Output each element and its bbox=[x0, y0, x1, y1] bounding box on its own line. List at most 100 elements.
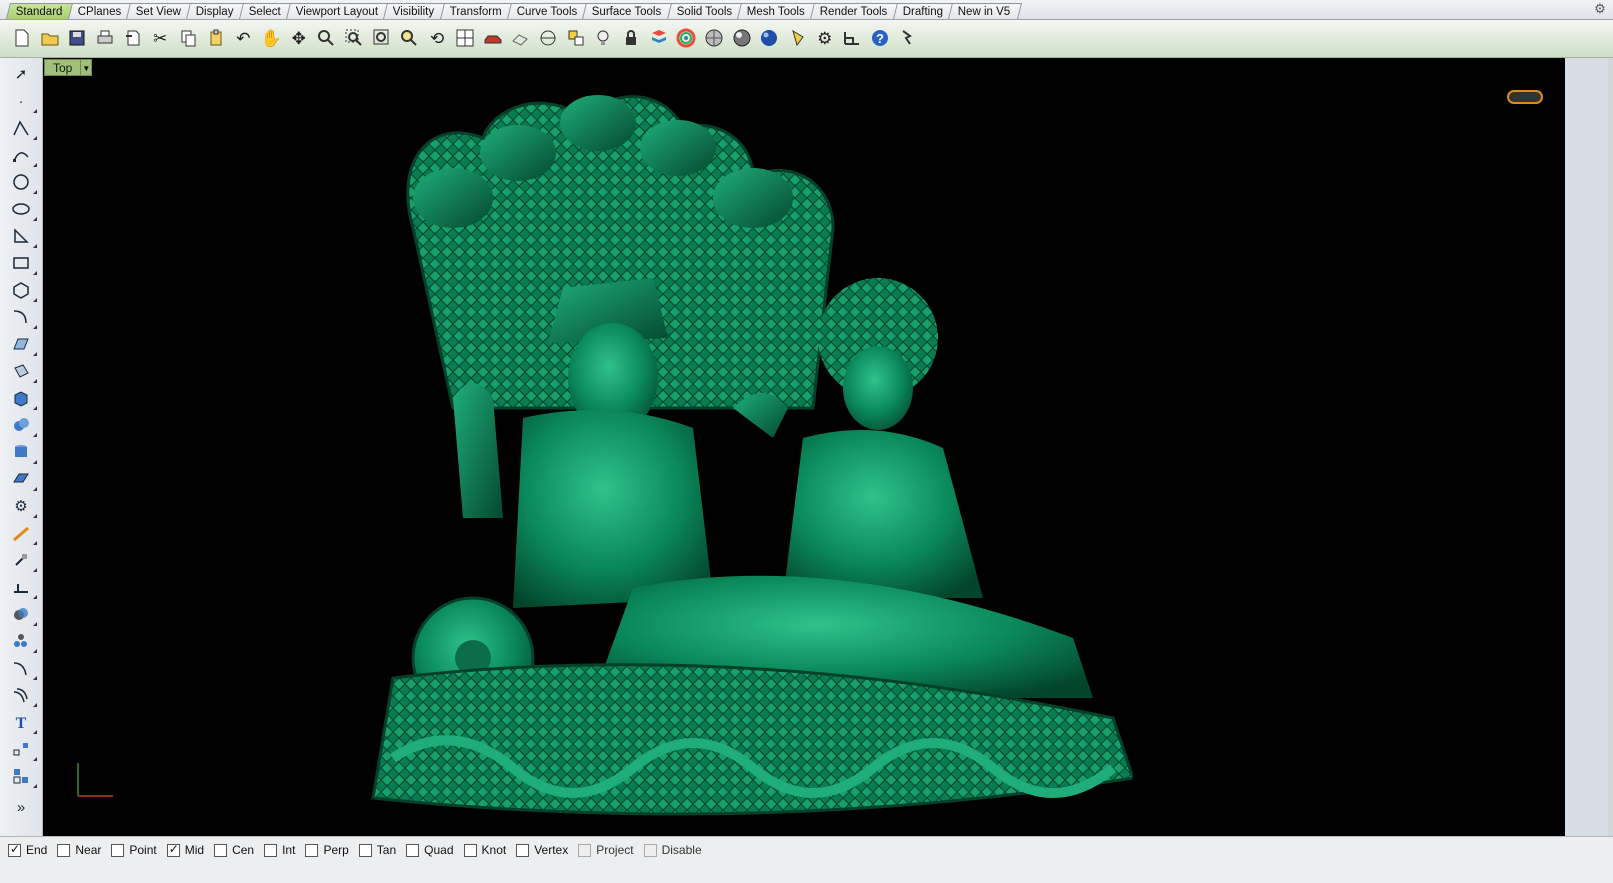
light-bulb-icon[interactable] bbox=[589, 24, 617, 52]
copy-icon[interactable] bbox=[174, 24, 202, 52]
polyline-icon[interactable] bbox=[9, 116, 37, 140]
dimension-tool-icon[interactable] bbox=[9, 575, 37, 599]
select-points-icon[interactable] bbox=[562, 24, 590, 52]
snap-tool-icon[interactable] bbox=[9, 548, 37, 572]
cone-light-icon[interactable] bbox=[783, 24, 811, 52]
blue-sphere-icon[interactable] bbox=[756, 24, 784, 52]
osnap-tan-checkbox[interactable] bbox=[358, 843, 372, 857]
new-file-icon[interactable] bbox=[8, 24, 36, 52]
3d-model-sculpture[interactable] bbox=[333, 78, 1133, 818]
mesh-icon[interactable] bbox=[9, 467, 37, 491]
toolbar-options-gear-icon[interactable]: ⚙ bbox=[1593, 2, 1607, 16]
circle-icon[interactable] bbox=[9, 170, 37, 194]
offset-icon[interactable] bbox=[9, 683, 37, 707]
osnap-quad-checkbox[interactable] bbox=[406, 843, 420, 857]
tab-solid-tools[interactable]: Solid Tools bbox=[666, 3, 744, 19]
tab-standard[interactable]: Standard bbox=[6, 3, 75, 19]
undo-icon[interactable]: ↶ bbox=[230, 24, 258, 52]
zoom-extents-icon[interactable] bbox=[368, 24, 396, 52]
dimension-icon[interactable] bbox=[839, 24, 867, 52]
osnap-mid-checkbox[interactable] bbox=[166, 842, 180, 857]
box-solid-icon[interactable] bbox=[9, 386, 37, 410]
tab-transform[interactable]: Transform bbox=[439, 3, 514, 19]
layer-shield-icon[interactable] bbox=[645, 24, 673, 52]
select-arrow-icon[interactable]: ➚ bbox=[9, 62, 33, 86]
tab-display[interactable]: Display bbox=[186, 3, 247, 19]
osnap-cen[interactable]: Cen bbox=[214, 842, 254, 858]
options-gear-icon[interactable]: ⚙ bbox=[811, 24, 839, 52]
osnap-end[interactable]: End bbox=[8, 842, 47, 858]
block-icon[interactable] bbox=[9, 737, 37, 761]
group-icon[interactable] bbox=[9, 764, 37, 788]
point-icon[interactable]: · bbox=[9, 89, 37, 113]
zoom-dynamic-icon[interactable] bbox=[313, 24, 341, 52]
lock-icon[interactable] bbox=[617, 24, 645, 52]
tab-drafting[interactable]: Drafting bbox=[892, 3, 955, 19]
save-icon[interactable] bbox=[63, 24, 91, 52]
rotate-view-icon[interactable]: ⟲ bbox=[423, 24, 451, 52]
navigation-widget-icon[interactable] bbox=[1507, 90, 1543, 104]
analyze-icon[interactable] bbox=[894, 24, 922, 52]
tab-viewport-layout[interactable]: Viewport Layout bbox=[286, 3, 391, 19]
polygon-icon[interactable] bbox=[9, 278, 37, 302]
tab-select[interactable]: Select bbox=[239, 3, 294, 19]
open-folder-icon[interactable] bbox=[36, 24, 64, 52]
osnap-project[interactable]: Project bbox=[578, 842, 634, 858]
freeform-curve-icon[interactable] bbox=[9, 305, 37, 329]
zoom-selected-icon[interactable] bbox=[396, 24, 424, 52]
curve-points-icon[interactable] bbox=[9, 143, 37, 167]
pan-hand-icon[interactable]: ✋ bbox=[257, 24, 285, 52]
sphere-solid-icon[interactable] bbox=[9, 413, 37, 437]
transform-gear-icon[interactable]: ⚙ bbox=[9, 494, 37, 518]
osnap-disable-checkbox[interactable] bbox=[643, 843, 657, 857]
rectangle-icon[interactable] bbox=[9, 251, 37, 275]
ellipse-icon[interactable] bbox=[9, 197, 37, 221]
text-icon[interactable]: T bbox=[9, 710, 37, 734]
viewport-top[interactable]: Top ▼ bbox=[43, 58, 1565, 836]
osnap-near[interactable]: Near bbox=[57, 842, 101, 858]
osnap-mid[interactable]: Mid bbox=[166, 842, 204, 858]
surface-icon[interactable] bbox=[9, 332, 37, 356]
boolean-icon[interactable] bbox=[9, 602, 37, 626]
osnap-project-checkbox[interactable] bbox=[578, 843, 592, 857]
four-viewports-icon[interactable] bbox=[451, 24, 479, 52]
import-icon[interactable] bbox=[119, 24, 147, 52]
more-tools-icon[interactable]: » bbox=[9, 795, 33, 819]
tab-mesh-tools[interactable]: Mesh Tools bbox=[737, 3, 817, 19]
osnap-point[interactable]: Point bbox=[111, 842, 157, 858]
tab-surface-tools[interactable]: Surface Tools bbox=[582, 3, 674, 19]
osnap-near-checkbox[interactable] bbox=[57, 843, 71, 857]
osnap-cen-checkbox[interactable] bbox=[214, 843, 228, 857]
help-icon[interactable]: ? bbox=[866, 24, 894, 52]
tab-set-view[interactable]: Set View bbox=[126, 3, 194, 19]
osnap-tan[interactable]: Tan bbox=[358, 842, 396, 858]
osnap-point-checkbox[interactable] bbox=[111, 843, 125, 857]
osnap-knot[interactable]: Knot bbox=[463, 842, 506, 858]
osnap-perp[interactable]: Perp bbox=[305, 842, 349, 858]
color-wheel-icon[interactable] bbox=[673, 24, 701, 52]
circle-snap-icon[interactable] bbox=[534, 24, 562, 52]
arc-icon[interactable] bbox=[9, 224, 37, 248]
osnap-disable[interactable]: Disable bbox=[643, 842, 702, 858]
osnap-end-checkbox[interactable] bbox=[8, 842, 21, 857]
viewport-menu-dropdown-icon[interactable]: ▼ bbox=[81, 59, 93, 76]
wireframe-icon[interactable] bbox=[506, 24, 534, 52]
paste-icon[interactable] bbox=[202, 24, 230, 52]
osnap-vertex[interactable]: Vertex bbox=[516, 842, 568, 858]
osnap-perp-checkbox[interactable] bbox=[305, 843, 319, 857]
car-render-icon[interactable] bbox=[479, 24, 507, 52]
print-icon[interactable] bbox=[91, 24, 119, 52]
tab-render-tools[interactable]: Render Tools bbox=[809, 3, 900, 19]
osnap-quad[interactable]: Quad bbox=[406, 842, 454, 858]
osnap-knot-checkbox[interactable] bbox=[463, 843, 477, 857]
extrude-surface-icon[interactable] bbox=[9, 359, 37, 383]
array-icon[interactable] bbox=[9, 629, 37, 653]
tab-new-in-v5[interactable]: New in V5 bbox=[947, 3, 1023, 19]
tab-visibility[interactable]: Visibility bbox=[383, 3, 447, 19]
cut-icon[interactable]: ✂ bbox=[146, 24, 174, 52]
tab-curve-tools[interactable]: Curve Tools bbox=[506, 3, 590, 19]
fillet-curve-icon[interactable] bbox=[9, 656, 37, 680]
osnap-int-checkbox[interactable] bbox=[264, 843, 278, 857]
rendered-sphere-icon[interactable] bbox=[728, 24, 756, 52]
cylinder-solid-icon[interactable] bbox=[9, 440, 37, 464]
